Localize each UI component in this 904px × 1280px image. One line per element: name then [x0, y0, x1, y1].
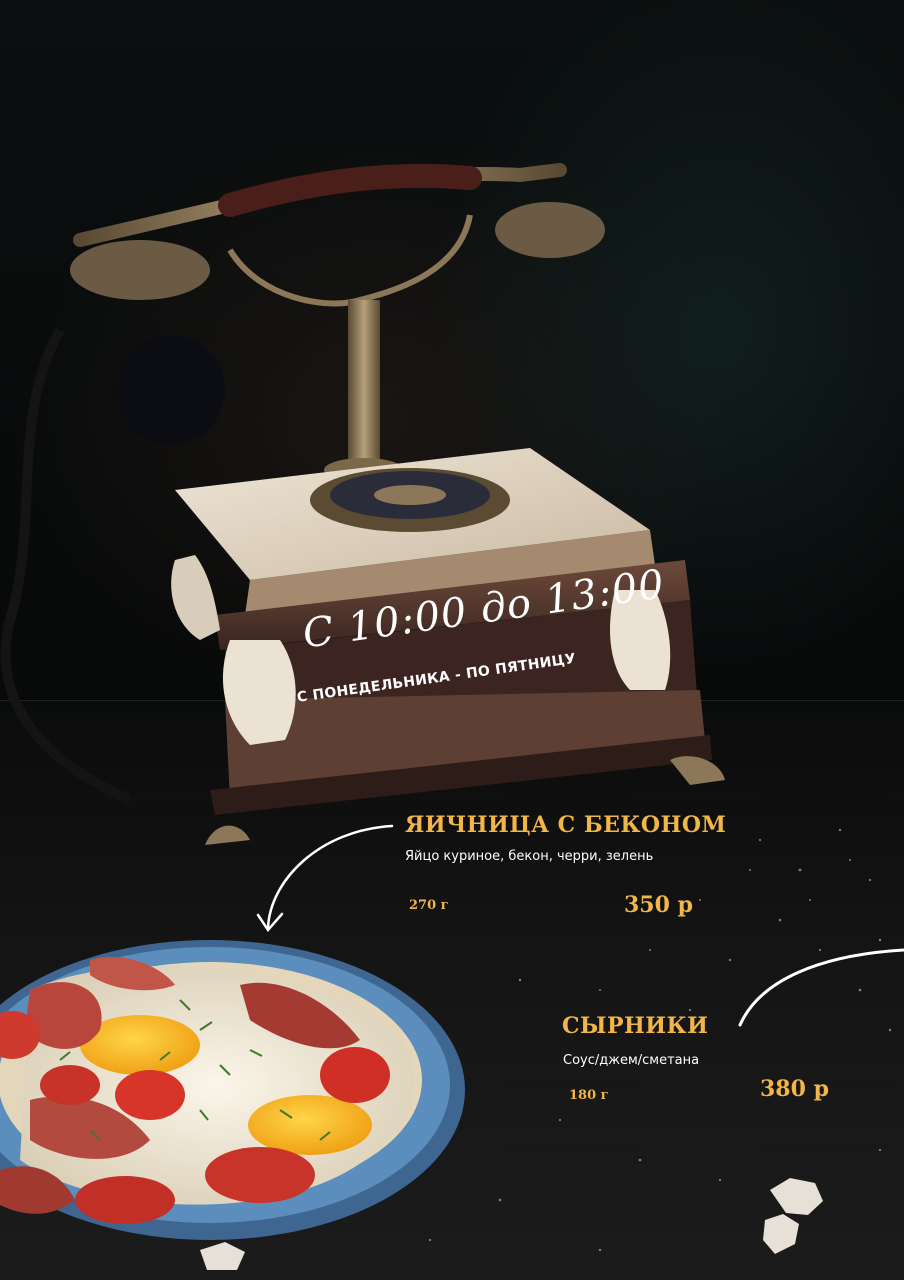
item-desc-syrniki: Соус/джем/сметана: [563, 1053, 700, 1068]
item-price-syrniki: 380 р: [760, 1076, 829, 1102]
item-title-eggs: ЯИЧНИЦА С БЕКОНОМ: [405, 812, 727, 838]
menu-page: С 10:00 до 13:00 С ПОНЕДЕЛЬНИКА - ПО ПЯТ…: [0, 0, 904, 1280]
item-weight-syrniki: 180 г: [569, 1088, 609, 1103]
item-title-syrniki: СЫРНИКИ: [562, 1013, 709, 1039]
egg-plate: [0, 940, 465, 1240]
vintage-telephone: [0, 163, 725, 845]
item-weight-eggs: 270 г: [409, 898, 449, 913]
item-desc-eggs: Яйцо куриное, бекон, черри, зелень: [405, 849, 654, 864]
item-price-eggs: 350 р: [624, 892, 693, 918]
